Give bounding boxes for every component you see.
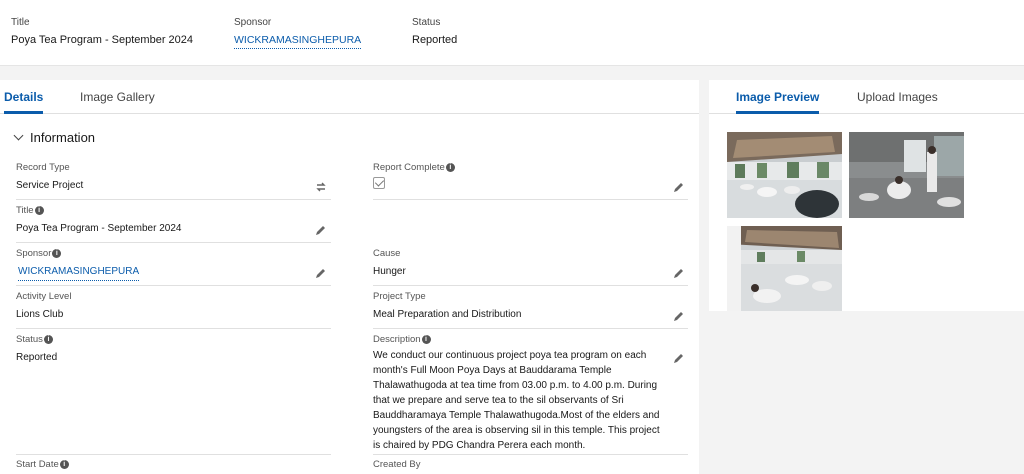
section-information-label: Information (30, 130, 96, 145)
field-project-type-label: Project Type (373, 291, 426, 302)
right-tabset: Image Preview Upload Images (709, 80, 1024, 114)
pencil-icon[interactable] (672, 180, 686, 194)
field-sponsor: Sponsor i WICKRAMASINGHEPURA (16, 248, 140, 281)
pencil-icon[interactable] (672, 309, 686, 323)
highlight-title: Title Poya Tea Program - September 2024 (11, 17, 193, 46)
pencil-icon[interactable] (314, 266, 328, 280)
field-start-date: Start Date i (16, 459, 69, 470)
field-record-type-value: Service Project (16, 180, 84, 191)
field-record-type-label: Record Type (16, 162, 70, 173)
divider (16, 199, 331, 200)
highlight-sponsor: Sponsor WICKRAMASINGHEPURA (234, 17, 362, 49)
highlight-status: Status Reported (412, 17, 457, 46)
divider (16, 454, 331, 455)
tab-image-preview[interactable]: Image Preview (736, 90, 820, 114)
field-cause-value: Hunger (373, 266, 406, 277)
section-information-header[interactable]: Information (13, 130, 96, 145)
tab-image-gallery[interactable]: Image Gallery (80, 90, 155, 114)
info-icon[interactable]: i (59, 459, 69, 469)
field-cause-label: Cause (373, 248, 401, 259)
chevron-down-icon (13, 130, 24, 141)
image-thumbnail[interactable] (727, 132, 842, 218)
field-title-label: Title (16, 205, 34, 216)
report-complete-checkbox (373, 177, 385, 189)
field-sponsor-link[interactable]: WICKRAMASINGHEPURA (18, 264, 140, 281)
field-description-label: Description (373, 334, 421, 345)
field-record-type: Record Type Service Project (16, 162, 83, 193)
field-description-value: We conduct our continuous project poya t… (373, 350, 660, 451)
highlight-title-value: Poya Tea Program - September 2024 (11, 34, 194, 46)
image-thumbnail[interactable] (727, 226, 842, 311)
field-report-complete-label: Report Complete (373, 162, 445, 173)
pencil-icon[interactable] (672, 351, 686, 365)
info-icon[interactable]: i (445, 162, 455, 172)
left-tabset: Details Image Gallery (0, 80, 699, 114)
divider (373, 328, 688, 329)
tab-upload-images[interactable]: Upload Images (857, 90, 938, 114)
highlight-sponsor-label: Sponsor (234, 17, 272, 28)
info-icon[interactable]: i (34, 205, 44, 215)
highlight-status-label: Status (412, 17, 441, 28)
field-status: Status i Reported (16, 334, 57, 365)
field-cause: Cause Hunger (373, 248, 406, 279)
highlight-title-label: Title (11, 17, 30, 28)
field-status-value: Reported (16, 352, 58, 363)
info-icon[interactable]: i (43, 334, 53, 344)
divider (373, 285, 688, 286)
field-start-date-label: Start Date (16, 459, 59, 470)
info-icon[interactable]: i (421, 334, 431, 344)
record-highlights: Title Poya Tea Program - September 2024 … (0, 0, 1024, 66)
swap-icon[interactable] (314, 180, 328, 194)
divider (16, 285, 331, 286)
details-panel: Details Image Gallery Information Record… (0, 80, 699, 474)
field-report-complete: Report Complete i (373, 162, 455, 189)
pencil-icon[interactable] (672, 266, 686, 280)
field-title: Title i Poya Tea Program - September 2024 (16, 205, 181, 236)
tab-details[interactable]: Details (4, 90, 44, 114)
divider (16, 242, 331, 243)
pencil-icon[interactable] (314, 223, 328, 237)
field-status-label: Status (16, 334, 43, 345)
field-activity-level: Activity Level Lions Club (16, 291, 71, 322)
divider (373, 454, 688, 455)
field-title-value: Poya Tea Program - September 2024 (16, 223, 182, 234)
info-icon[interactable]: i (52, 248, 62, 258)
field-description: Description i We conduct our continuous p… (373, 334, 668, 453)
field-activity-level-label: Activity Level (16, 291, 72, 302)
highlight-status-value: Reported (412, 34, 458, 46)
field-sponsor-label: Sponsor (16, 248, 52, 259)
field-created-by-label: Created By (373, 459, 421, 470)
image-panel: Image Preview Upload Images (709, 80, 1024, 311)
divider (16, 328, 331, 329)
divider (373, 199, 688, 200)
field-activity-level-value: Lions Club (16, 309, 64, 320)
image-thumbnail[interactable] (849, 132, 964, 218)
highlight-sponsor-link[interactable]: WICKRAMASINGHEPURA (234, 34, 362, 49)
field-project-type: Project Type Meal Preparation and Distri… (373, 291, 521, 322)
field-project-type-value: Meal Preparation and Distribution (373, 309, 522, 320)
field-created-by: Created By (373, 459, 421, 470)
